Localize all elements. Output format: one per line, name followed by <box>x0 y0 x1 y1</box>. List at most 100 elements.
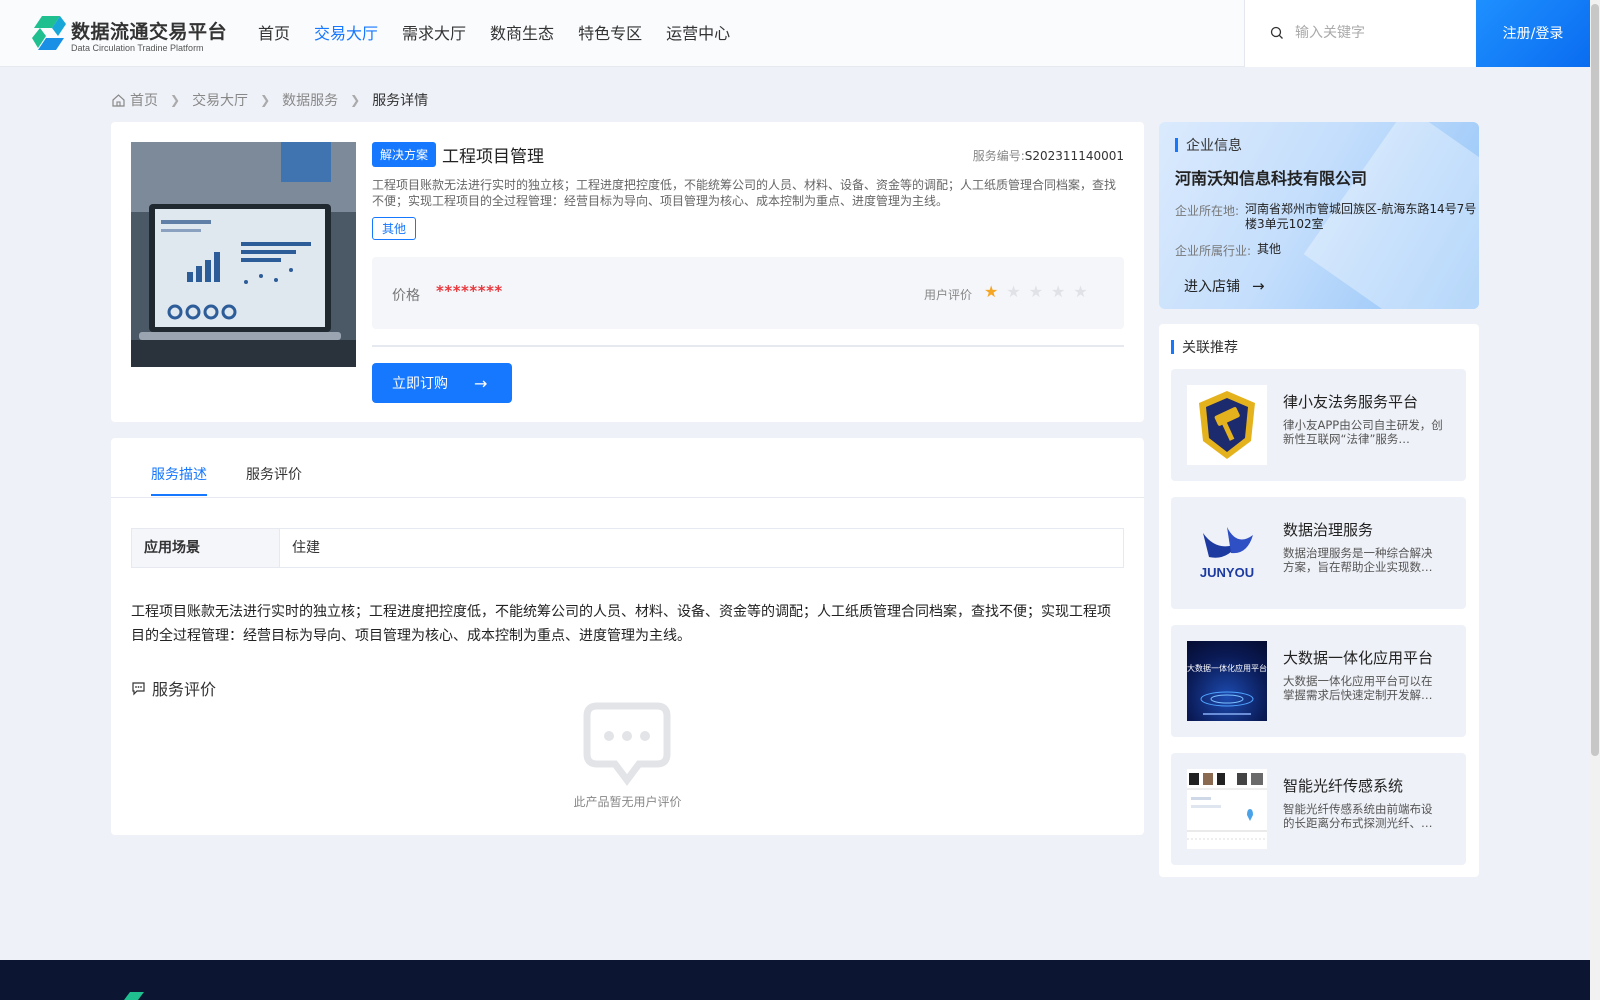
star-empty-icon: ★ <box>1028 282 1044 301</box>
recommend-item-name: 智能光纤传感系统 <box>1283 777 1404 795</box>
empty-comment-icon <box>583 702 671 786</box>
company-info-card: 企业信息 河南沃知信息科技有限公司 企业所在地: 河南省郑州市管城回族区-航海东… <box>1159 122 1479 309</box>
service-detail-card: 服务描述 服务评价 应用场景 住建 工程项目账款无法进行实时的独立核；工程进度把… <box>111 438 1144 835</box>
category-tag: 其他 <box>372 217 417 240</box>
breadcrumb-current: 服务详情 <box>372 93 429 109</box>
bigdata-platform-banner: 大数据一体化应用平台 <box>1187 641 1267 721</box>
nav-ecosystem[interactable]: 数商生态 <box>490 0 554 67</box>
comment-icon <box>132 681 145 695</box>
logo-title: 数据流通交易平台 <box>71 21 228 43</box>
chevron-right-icon: ❯ <box>350 93 361 107</box>
star-filled-icon: ★ <box>984 282 999 301</box>
review-title-text: 服务评价 <box>152 680 217 699</box>
company-industry-label: 企业所属行业: <box>1175 244 1252 258</box>
solution-tag: 解决方案 <box>372 142 437 167</box>
arrow-right-icon: → <box>474 373 488 393</box>
search-box <box>1244 0 1476 67</box>
recommend-item-name: 数据治理服务 <box>1283 521 1374 539</box>
tab-service-review[interactable]: 服务评价 <box>246 464 302 484</box>
footer-logo-icon <box>124 992 144 1000</box>
title-bar <box>1171 340 1174 354</box>
divider <box>372 345 1124 347</box>
shield-icon <box>1199 391 1255 459</box>
platform-logo[interactable]: 数据流通交易平台 Data Circulation Tradine Platfo… <box>30 14 230 54</box>
enter-shop-button[interactable]: 进入店铺 → <box>1184 276 1265 296</box>
price-box: 价格 ******** 用户评价 ★ ★ ★ ★ ★ <box>372 257 1124 329</box>
recommend-section-title-text: 关联推荐 <box>1182 340 1238 356</box>
company-section-title-text: 企业信息 <box>1186 138 1242 154</box>
page-scrollbar[interactable] <box>1590 0 1600 1000</box>
star-empty-icon: ★ <box>1006 282 1021 301</box>
main-nav: 首页 交易大厅 需求大厅 数商生态 特色专区 运营中心 <box>258 0 754 67</box>
tab-service-description[interactable]: 服务描述 <box>151 464 207 484</box>
recommend-item[interactable]: 大数据一体化应用平台 大数据一体化应用平台 大数据一体化应用平台可以在掌握需求后… <box>1171 625 1466 737</box>
active-tab-indicator <box>151 494 207 496</box>
nav-home[interactable]: 首页 <box>258 0 290 67</box>
empty-review-text: 此产品暂无用户评价 <box>573 795 682 809</box>
nav-operation-center[interactable]: 运营中心 <box>666 0 730 67</box>
recommend-item-desc: 大数据一体化应用平台可以在掌握需求后快速定制开发解… <box>1283 674 1433 702</box>
company-name: 河南沃知信息科技有限公司 <box>1175 169 1368 188</box>
recommend-item-desc: 智能光纤传感系统由前端布设的长距离分布式探测光纤、… <box>1283 802 1433 830</box>
product-image <box>131 142 356 367</box>
service-number-value: S202311140001 <box>1024 149 1124 163</box>
detail-tabs: 服务描述 服务评价 <box>111 438 1144 498</box>
product-title-row: 解决方案 工程项目管理 <box>372 142 544 167</box>
register-login-button[interactable]: 注册/登录 <box>1476 0 1590 67</box>
fiber-system-graphic <box>1187 773 1267 840</box>
recommend-item[interactable]: 智能光纤传感系统 智能光纤传感系统由前端布设的长距离分布式探测光纤、… <box>1171 753 1466 865</box>
company-location-label: 企业所在地: <box>1175 204 1240 218</box>
star-empty-icon: ★ <box>1051 282 1066 301</box>
related-recommend-card: 关联推荐 律小友法务服务平台 律小友APP由公司自主研发，创新性互联网“法律”服… <box>1159 324 1479 877</box>
company-location-value: 河南省郑州市管城回族区-航海东路14号7号楼3单元102室 <box>1245 202 1477 231</box>
service-number: 服务编号:S202311140001 <box>973 147 1124 164</box>
rating-stars: ★ ★ ★ ★ ★ <box>984 284 1096 300</box>
service-description-text: 工程项目账款无法进行实时的独立核；工程进度把控度低，不能统筹公司的人员、材料、设… <box>131 604 1111 644</box>
arrow-right-icon: → <box>1252 277 1265 295</box>
breadcrumb-trading-hall[interactable]: 交易大厅 <box>192 90 248 110</box>
product-description: 工程项目账款无法进行实时的独立核；工程进度把控度低，不能统筹公司的人员、材料、设… <box>372 178 1117 208</box>
company-section-title: 企业信息 <box>1175 135 1242 155</box>
rating-label: 用户评价 <box>924 288 973 302</box>
nav-trading-hall[interactable]: 交易大厅 <box>314 0 378 67</box>
title-bar <box>1175 138 1178 152</box>
scrollbar-thumb[interactable] <box>1591 4 1599 756</box>
page-footer <box>0 960 1590 1000</box>
product-title: 工程项目管理 <box>442 147 545 167</box>
logo-subtitle: Data Circulation Tradine Platform <box>71 43 204 53</box>
recommend-item[interactable]: JUNYOU 数据治理服务 数据治理服务是一种综合解决方案，旨在帮助企业实现数… <box>1171 497 1466 609</box>
bigdata-banner-graphic: 大数据一体化应用平台 <box>1187 663 1267 715</box>
enter-shop-label: 进入店铺 <box>1184 279 1240 295</box>
company-location-row: 企业所在地: 河南省郑州市管城回族区-航海东路14号7号楼3单元102室 <box>1175 202 1479 232</box>
product-summary-card: 解决方案 工程项目管理 服务编号:S202311140001 工程项目账款无法进… <box>111 122 1144 422</box>
junyou-logo-text: JUNYOU <box>1200 565 1254 580</box>
logo-mark-icon <box>32 16 66 50</box>
nav-special-zone[interactable]: 特色专区 <box>578 0 642 67</box>
banner-text: 大数据一体化应用平台 <box>1187 663 1267 673</box>
laptop-report-image <box>131 142 356 367</box>
breadcrumb: 首页 ❯ 交易大厅 ❯ 数据服务 ❯ 服务详情 <box>111 90 428 110</box>
recommend-item-name: 律小友法务服务平台 <box>1283 393 1419 411</box>
star-empty-icon: ★ <box>1073 282 1088 301</box>
search-icon[interactable] <box>1270 26 1284 40</box>
nav-demand-hall[interactable]: 需求大厅 <box>402 0 466 67</box>
review-section-title: 服务评价 <box>131 676 216 700</box>
chevron-right-icon: ❯ <box>260 93 271 107</box>
breadcrumb-home[interactable]: 首页 <box>130 90 158 110</box>
fiber-sensing-screenshot <box>1187 769 1267 849</box>
order-now-label: 立即订购 <box>392 376 448 392</box>
home-icon <box>112 93 125 107</box>
recommend-item[interactable]: 律小友法务服务平台 律小友APP由公司自主研发，创新性互联网“法律”服务… <box>1171 369 1466 481</box>
search-input[interactable] <box>1295 20 1465 46</box>
service-number-label: 服务编号: <box>972 149 1025 163</box>
scene-value: 住建 <box>292 540 320 556</box>
junyou-logo-icon: JUNYOU <box>1200 527 1254 580</box>
company-industry-row: 企业所属行业: 其他 <box>1175 242 1281 259</box>
recommend-item-name: 大数据一体化应用平台 <box>1283 649 1434 667</box>
breadcrumb-data-service[interactable]: 数据服务 <box>282 90 338 110</box>
recommend-section-title: 关联推荐 <box>1171 337 1238 357</box>
junyou-logo: JUNYOU <box>1187 513 1267 593</box>
top-navbar: 数据流通交易平台 Data Circulation Tradine Platfo… <box>0 0 1590 67</box>
price-value: ******** <box>436 282 503 300</box>
order-now-button[interactable]: 立即订购 → <box>372 363 512 403</box>
